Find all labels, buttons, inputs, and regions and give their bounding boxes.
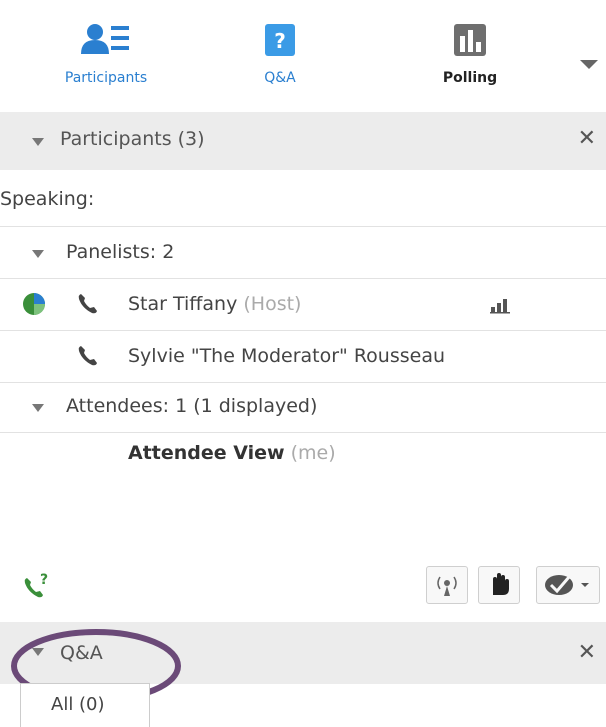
signal-strength-icon (490, 299, 510, 314)
participants-section-title: Participants (3) (60, 128, 205, 150)
attendee-name: Attendee View (me) (128, 442, 336, 464)
participants-section-header[interactable]: Participants (3) ✕ (0, 112, 606, 170)
raise-hand-button[interactable] (478, 566, 520, 604)
qa-tab-button[interactable]: ? Q&A (230, 22, 330, 86)
svg-text:?: ? (40, 572, 48, 588)
attendee-tag: (me) (290, 442, 336, 464)
close-icon[interactable]: ✕ (578, 126, 596, 151)
attendees-group-label: Attendees: 1 (1 displayed) (66, 395, 318, 417)
feedback-dropdown-button[interactable] (536, 566, 600, 604)
participants-tab-button[interactable]: Participants (46, 22, 166, 86)
participant-name: Star Tiffany (Host) (128, 293, 301, 315)
attendees-group-header[interactable]: Attendees: 1 (1 displayed) (0, 382, 606, 433)
attendee-name-text: Attendee View (128, 442, 285, 464)
panelists-group-label: Panelists: 2 (66, 241, 175, 263)
phone-icon (78, 294, 97, 314)
close-icon[interactable]: ✕ (578, 640, 596, 665)
list-item[interactable]: Sylvie "The Moderator" Rousseau (0, 332, 606, 383)
qa-tab-all-label: All (0) (51, 694, 105, 715)
participant-name: Sylvie "The Moderator" Rousseau (128, 345, 446, 367)
list-item[interactable]: Attendee View (me) (0, 436, 606, 486)
participant-role: (Host) (243, 293, 302, 315)
hand-icon (493, 573, 509, 595)
svg-text:?: ? (274, 29, 286, 53)
presenter-ball-icon (23, 293, 45, 315)
broadcast-button[interactable] (426, 566, 468, 604)
chevron-down-icon (580, 60, 598, 69)
participants-tab-label: Participants (64, 70, 148, 86)
qa-tab-all[interactable]: All (0) (20, 683, 150, 727)
polling-chart-icon (454, 24, 486, 56)
call-help-button[interactable]: ? (22, 570, 52, 600)
phone-icon (78, 346, 97, 366)
more-options-button[interactable] (578, 56, 600, 72)
check-speech-icon (545, 575, 589, 595)
list-item[interactable]: Star Tiffany (Host) (0, 280, 606, 331)
panel-toolbar: Participants ? Q&A Polling (0, 0, 606, 110)
polling-tab-label: Polling (442, 70, 498, 86)
participants-icon (81, 24, 129, 54)
polling-tab-button[interactable]: Polling (420, 22, 520, 86)
participant-name-text: Star Tiffany (128, 293, 238, 315)
qa-tab-label: Q&A (264, 70, 296, 86)
question-icon: ? (265, 24, 295, 56)
speaking-row: Speaking: (0, 170, 606, 227)
collapse-triangle-icon[interactable] (32, 138, 44, 146)
phone-question-icon: ? (24, 572, 48, 598)
collapse-triangle-icon[interactable] (32, 250, 44, 258)
panelists-group-header[interactable]: Panelists: 2 (0, 228, 606, 279)
speaking-label: Speaking: (0, 188, 95, 210)
broadcast-icon (437, 576, 457, 596)
collapse-triangle-icon[interactable] (32, 404, 44, 412)
